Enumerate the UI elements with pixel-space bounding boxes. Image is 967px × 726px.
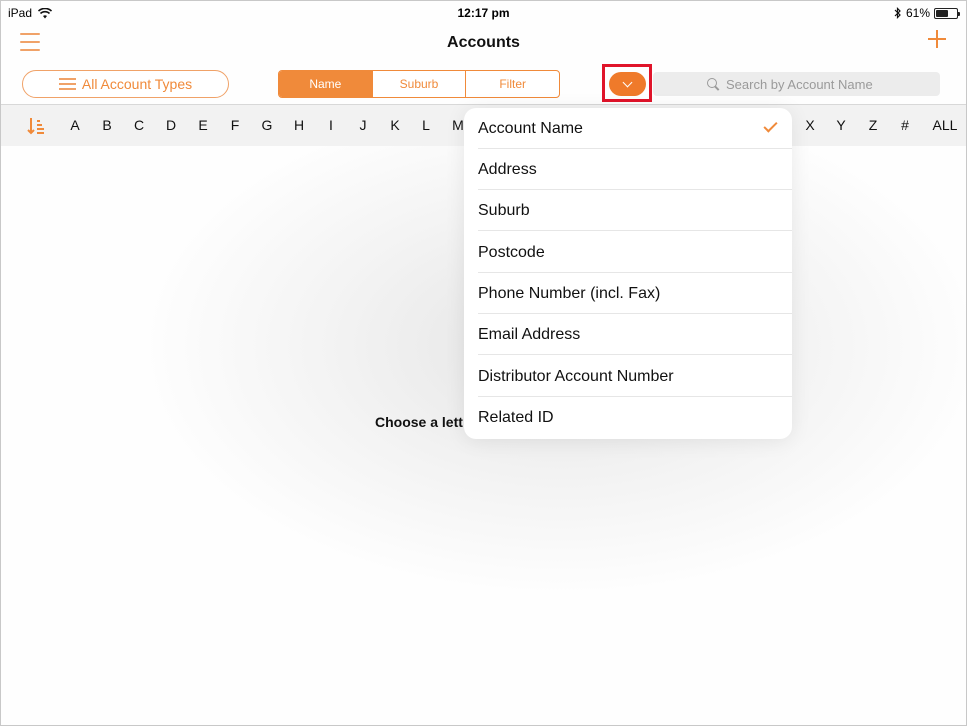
search-input[interactable]: [726, 76, 886, 92]
letter-i[interactable]: I: [329, 117, 333, 133]
menu-item-distributor-account-number[interactable]: Distributor Account Number: [478, 356, 792, 397]
account-types-label: All Account Types: [81, 76, 193, 92]
menu-item-address[interactable]: Address: [478, 149, 792, 190]
menu-item-phone-number[interactable]: Phone Number (incl. Fax): [478, 273, 792, 314]
menu-item-label: Address: [478, 161, 537, 178]
app-window: iPad 12:17 pm 61% Accounts All Account T…: [0, 0, 967, 726]
letter-y[interactable]: Y: [836, 117, 845, 133]
nav-bar: Accounts: [1, 23, 966, 63]
letter-hash[interactable]: #: [901, 117, 909, 133]
search-icon: [707, 77, 720, 91]
letter-d[interactable]: D: [166, 117, 176, 133]
segment-suburb[interactable]: Suburb: [373, 71, 467, 97]
letter-b[interactable]: B: [102, 117, 111, 133]
letter-m[interactable]: M: [452, 117, 464, 133]
menu-item-label: Account Name: [478, 120, 583, 137]
battery-percent: 61%: [905, 6, 930, 20]
letter-e[interactable]: E: [198, 117, 207, 133]
add-account-button[interactable]: [928, 30, 946, 48]
page-title: Accounts: [447, 34, 520, 51]
empty-state-hint: Choose a lett: [375, 414, 463, 430]
letter-k[interactable]: K: [390, 117, 399, 133]
search-by-popover: Account Name Address Suburb Postcode Pho…: [464, 108, 792, 439]
search-by-dropdown-button[interactable]: [609, 72, 646, 96]
menu-item-label: Email Address: [478, 326, 581, 343]
segment-name[interactable]: Name: [279, 71, 373, 97]
status-right: 61%: [894, 6, 960, 20]
letter-l[interactable]: L: [422, 117, 430, 133]
sort-segmented-control: Name Suburb Filter: [278, 70, 560, 98]
battery-icon: [934, 7, 960, 19]
search-field[interactable]: [653, 72, 940, 96]
letter-z[interactable]: Z: [869, 117, 878, 133]
menu-item-label: Related ID: [478, 409, 554, 426]
letter-g[interactable]: G: [262, 117, 273, 133]
letter-f[interactable]: F: [231, 117, 240, 133]
menu-item-label: Suburb: [478, 202, 530, 219]
letter-a[interactable]: A: [70, 117, 79, 133]
menu-item-label: Postcode: [478, 244, 545, 261]
sort-order-icon[interactable]: [27, 117, 45, 135]
letter-all[interactable]: ALL: [933, 117, 958, 133]
menu-item-related-id[interactable]: Related ID: [478, 397, 792, 438]
battery-level: [936, 9, 949, 17]
letter-x[interactable]: X: [805, 117, 814, 133]
menu-item-postcode[interactable]: Postcode: [478, 232, 792, 273]
chevron-down-icon: [622, 77, 633, 87]
segment-filter[interactable]: Filter: [466, 71, 559, 97]
checkmark-icon: [763, 118, 778, 133]
status-bar: iPad 12:17 pm 61%: [1, 1, 966, 23]
menu-item-label: Phone Number (incl. Fax): [478, 285, 661, 302]
letter-j[interactable]: J: [360, 117, 367, 133]
letter-h[interactable]: H: [294, 117, 304, 133]
bluetooth-icon: [894, 7, 901, 19]
list-icon: [58, 78, 76, 90]
status-time: 12:17 pm: [457, 6, 510, 20]
account-types-button[interactable]: All Account Types: [22, 70, 229, 98]
menu-item-email-address[interactable]: Email Address: [478, 314, 792, 355]
letter-c[interactable]: C: [134, 117, 144, 133]
menu-item-suburb[interactable]: Suburb: [478, 190, 792, 231]
menu-item-account-name[interactable]: Account Name: [478, 108, 792, 149]
menu-item-label: Distributor Account Number: [478, 368, 674, 385]
